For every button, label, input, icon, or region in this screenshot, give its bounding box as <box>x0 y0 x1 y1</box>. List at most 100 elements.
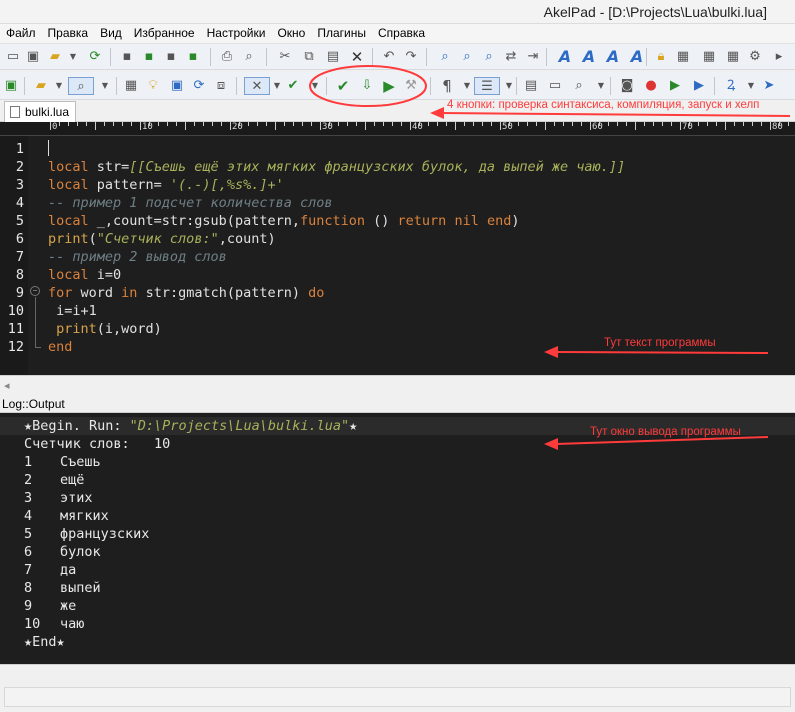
cut-icon[interactable]: ✂ <box>276 48 294 66</box>
ruler-label: 10 <box>142 122 153 132</box>
output-row-word: выпей <box>60 580 101 596</box>
tab-bulki[interactable]: bulki.lua <box>4 101 76 122</box>
menu-window[interactable]: Окно <box>271 24 311 42</box>
bulb-icon[interactable]: 💡︎ <box>144 77 162 95</box>
ruler-tick <box>284 122 285 126</box>
spellcheck-dropdown-icon[interactable]: ▼ <box>306 77 324 95</box>
script-icon[interactable]: Ꝝ <box>722 77 740 95</box>
ruler-tick <box>203 122 204 126</box>
explorer-dropdown-icon[interactable]: ▼ <box>50 77 68 95</box>
ruler-tick <box>50 122 51 130</box>
help-icon[interactable]: ⚒ <box>402 77 420 95</box>
output-row-word: мягких <box>60 508 109 524</box>
compile-icon[interactable]: ⇩ <box>358 77 376 95</box>
toolbar-more-icon[interactable]: ▸ <box>770 48 788 66</box>
font-color-icon[interactable]: A <box>604 48 622 66</box>
goto-icon[interactable]: ⇥ <box>524 48 542 66</box>
reopen-icon[interactable]: ⟳ <box>86 48 104 66</box>
menu-view[interactable]: Вид <box>94 24 128 42</box>
menu-edit[interactable]: Правка <box>42 24 95 42</box>
ruler-tick <box>140 122 141 130</box>
fold-marker-icon[interactable]: − <box>30 286 40 296</box>
menu-settings[interactable]: Настройки <box>201 24 272 42</box>
find-next-icon[interactable]: ⌕ <box>458 48 476 66</box>
line-number: 6 <box>15 231 24 247</box>
font-bold-icon[interactable]: A <box>580 48 598 66</box>
font-icon[interactable]: A <box>556 48 574 66</box>
redo-icon[interactable]: ↷ <box>402 48 420 66</box>
ruler-tick <box>680 122 681 130</box>
split-vertical-icon[interactable]: ▦ <box>724 48 742 66</box>
scroll-left-icon[interactable]: ◂ <box>4 379 10 392</box>
copy-icon[interactable]: ⧉ <box>300 48 318 66</box>
main-toolbar: ▭ ▣ ▰ ▼ ⟳ ▪ ▪ ▪ ▪ ⎙ ⌕ ✂ ⧉ ▤ ✕ ↶ ↷ ⌕ ⌕ ⌕ … <box>0 44 795 70</box>
run-icon[interactable]: ▶ <box>380 77 398 95</box>
undo-icon[interactable]: ↶ <box>380 48 398 66</box>
loop-icon[interactable]: ⟳ <box>190 77 208 95</box>
split-window-icon[interactable]: ▦ <box>674 48 692 66</box>
print-preview-icon[interactable]: ⌕ <box>240 48 258 66</box>
new-window-icon[interactable]: ▣ <box>24 48 42 66</box>
menu-favorites[interactable]: Избранное <box>128 24 201 42</box>
line-number: 8 <box>15 267 24 283</box>
ruler-tick <box>554 122 555 126</box>
zoom-icon[interactable]: ⌕ <box>570 77 588 95</box>
status-bar <box>0 664 795 712</box>
line-number: 10 <box>7 303 24 319</box>
open-folder-icon[interactable]: ▰ <box>46 48 64 66</box>
menu-plugins[interactable]: Плагины <box>311 24 372 42</box>
find-icon[interactable]: ⌕ <box>436 48 454 66</box>
macro-play-icon[interactable]: ▶ <box>666 77 684 95</box>
menu-bar: Файл Правка Вид Избранное Настройки Окно Плаги… <box>0 24 795 44</box>
log-output-panel[interactable]: ★Begin. Run: "D:\Projects\Lua\bulki.lua"… <box>0 413 795 664</box>
snippet-icon[interactable]: ▣ <box>168 77 186 95</box>
ruler-tick <box>617 122 618 126</box>
split-horizontal-icon[interactable]: ▦ <box>700 48 718 66</box>
close-tag-icon[interactable]: ✕ <box>244 77 270 95</box>
save-icon[interactable]: ▪ <box>118 48 136 66</box>
block-icon[interactable]: ⧈ <box>212 77 230 95</box>
macro-record-icon[interactable]: ● <box>642 77 660 95</box>
macro-stop-icon[interactable]: ◙ <box>618 77 636 95</box>
print-icon[interactable]: ⎙ <box>218 48 236 66</box>
lock-icon[interactable]: 🔒︎ <box>652 48 670 66</box>
syntax-check-icon[interactable]: ✔ <box>334 77 352 95</box>
line-number: 9 <box>15 285 24 301</box>
green-plugin-icon[interactable]: ▣ <box>2 77 20 95</box>
settings-icon[interactable]: ⚙ <box>746 48 764 66</box>
arrow-icon[interactable]: ➤ <box>760 77 778 95</box>
ruler-tick <box>59 122 60 126</box>
code-selector-dropdown-icon[interactable]: ▼ <box>96 77 114 95</box>
script-dropdown-icon[interactable]: ▼ <box>742 77 760 95</box>
ruler-tick <box>545 122 546 130</box>
explorer-icon[interactable]: ▰ <box>32 77 50 95</box>
annotation-output-label: Тут окно вывода программы <box>590 426 741 438</box>
brackets-icon[interactable]: ▦ <box>122 77 140 95</box>
code-selector-icon[interactable]: ⌕ <box>68 77 94 95</box>
ruler-label: 20 <box>232 122 243 132</box>
spellcheck-icon[interactable]: ✔ <box>284 77 302 95</box>
save-session-icon[interactable]: ▪ <box>184 48 202 66</box>
font-bg-icon[interactable]: A <box>628 48 646 66</box>
menu-file[interactable]: Файл <box>0 24 42 42</box>
doc-icon[interactable]: ▭ <box>546 77 564 95</box>
output-row-index: 5 <box>24 526 33 542</box>
menu-help[interactable]: Справка <box>372 24 431 42</box>
delete-icon[interactable]: ✕ <box>348 48 366 66</box>
text-cursor <box>48 140 49 156</box>
list-icon[interactable]: ☰ <box>474 77 500 95</box>
paste-icon[interactable]: ▤ <box>324 48 342 66</box>
editor-horizontal-scrollbar[interactable]: ◂ <box>0 375 795 395</box>
macro-play-multi-icon[interactable]: ▶ <box>690 77 708 95</box>
new-file-icon[interactable]: ▭ <box>4 48 22 66</box>
zoom-dropdown-icon[interactable]: ▼ <box>592 77 610 95</box>
replace-icon[interactable]: ⇄ <box>502 48 520 66</box>
save-as-icon[interactable]: ▪ <box>140 48 158 66</box>
save-all-icon[interactable]: ▪ <box>162 48 180 66</box>
find-prev-icon[interactable]: ⌕ <box>480 48 498 66</box>
output-row-word: этих <box>60 490 93 506</box>
clipboard-icon[interactable]: ▤ <box>522 77 540 95</box>
pilcrow-icon[interactable]: ¶ <box>438 77 456 95</box>
ruler-tick <box>788 122 789 126</box>
open-dropdown-icon[interactable]: ▼ <box>64 48 82 66</box>
